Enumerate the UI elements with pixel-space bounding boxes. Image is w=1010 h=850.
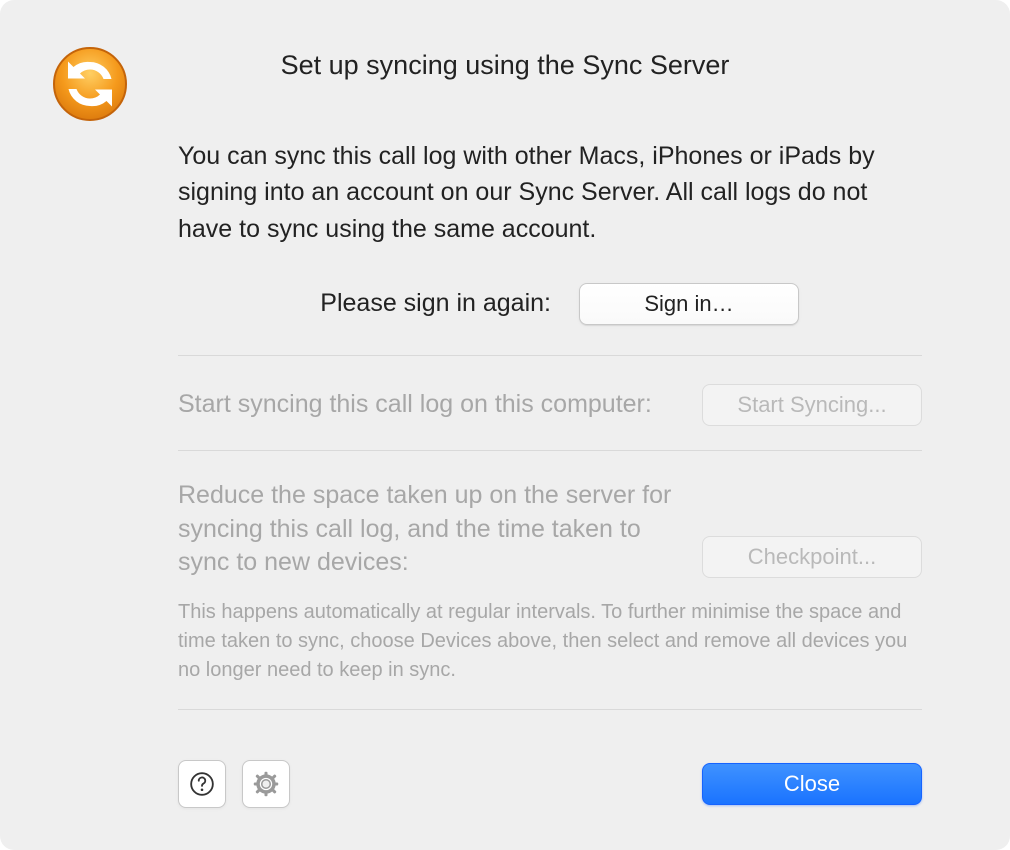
start-syncing-button: Start Syncing... xyxy=(702,384,922,426)
dialog-footer: Close xyxy=(178,760,922,808)
checkpoint-label: Reduce the space taken up on the server … xyxy=(178,479,674,580)
dialog-header: Set up syncing using the Sync Server xyxy=(0,0,1010,124)
divider xyxy=(178,450,922,451)
intro-text: You can sync this call log with other Ma… xyxy=(178,138,922,247)
checkpoint-hint: This happens automatically at regular in… xyxy=(178,598,922,685)
settings-button[interactable] xyxy=(242,760,290,808)
start-sync-row: Start syncing this call log on this comp… xyxy=(178,384,922,426)
signin-label: Please sign in again: xyxy=(301,287,551,321)
start-sync-label: Start syncing this call log on this comp… xyxy=(178,388,674,422)
dialog-content: You can sync this call log with other Ma… xyxy=(0,138,1010,710)
close-button[interactable]: Close xyxy=(702,763,922,805)
dialog-title: Set up syncing using the Sync Server xyxy=(50,50,960,81)
sync-setup-dialog: Set up syncing using the Sync Server You… xyxy=(0,0,1010,850)
signin-button[interactable]: Sign in… xyxy=(579,283,799,325)
divider xyxy=(178,355,922,356)
checkpoint-row: Reduce the space taken up on the server … xyxy=(178,479,922,580)
help-button[interactable] xyxy=(178,760,226,808)
help-icon xyxy=(189,771,215,797)
divider xyxy=(178,709,922,710)
checkpoint-button: Checkpoint... xyxy=(702,536,922,578)
signin-row: Please sign in again: Sign in… xyxy=(178,283,922,325)
gear-icon xyxy=(252,770,280,798)
